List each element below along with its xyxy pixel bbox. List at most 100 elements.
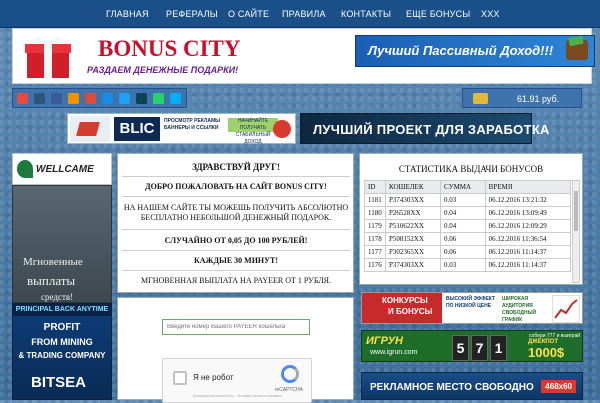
blic-text-1: ПРОСМОТР РЕКЛАМЫ БАННЕРЫ И ССЫЛКИ <box>164 118 221 131</box>
stats-scrollbar[interactable] <box>572 180 580 283</box>
greeting-text: ЗДРАВСТВУЙ ДРУГ! <box>122 158 350 177</box>
wellcame-ad[interactable]: WELLCAME <box>12 153 112 185</box>
table-row: 1178 P508152XX 0.06 06.12.2016 11:36:54 <box>364 232 572 246</box>
nav-item-more-bonuses[interactable]: ЕЩЕ БОНУСЫ <box>406 9 470 19</box>
cell-amount: 0.03 <box>440 258 486 272</box>
recaptcha-widget: Я не робот reCAPTCHA Конфиденциальность … <box>162 358 312 403</box>
bitsea-line-2: FROM MINING <box>31 337 93 347</box>
google-plus-icon[interactable] <box>85 93 96 104</box>
mail-ru-icon[interactable] <box>102 93 113 104</box>
wellcame-text: WELLCAME <box>36 164 94 175</box>
cell-id: 1177 <box>364 245 386 259</box>
payout-line-3: средств! <box>41 292 74 302</box>
cell-time: 06.12.2016 11:36:54 <box>484 232 572 246</box>
best-project-ad-banner[interactable]: ЛУЧШИЙ ПРОЕКТ ДЛЯ ЗАРАБОТКА <box>300 113 549 144</box>
wallet-icon <box>566 40 588 60</box>
facebook-icon[interactable] <box>51 93 62 104</box>
site-header: BONUS CITY РАЗДАЕМ ДЕНЕЖНЫЕ ПОДАРКИ! Луч… <box>12 28 595 84</box>
contests-line-2: И БОНУСЫ <box>388 307 433 316</box>
col-amount: СУММА <box>440 180 486 194</box>
cell-id: 1176 <box>364 258 386 272</box>
contests-line-1: КОНКУРСЫ <box>382 296 428 305</box>
welcome-panel: ЗДРАВСТВУЙ ДРУГ! ДОБРО ПОЖАЛОВАТЬ НА САЙ… <box>117 153 354 293</box>
col-time: ВРЕМЯ <box>484 180 572 194</box>
slot-digit: 7 <box>471 335 488 361</box>
house-logo-icon <box>70 116 110 142</box>
cell-amount: 0.04 <box>440 219 486 233</box>
best-project-text: ЛУЧШИЙ ПРОЕКТ ДЛЯ ЗАРАБОТКА <box>313 122 550 137</box>
livejournal-icon[interactable] <box>136 93 147 104</box>
bookmark-icon[interactable] <box>17 93 28 104</box>
passive-income-text: Лучший Пассивный Доход!!! <box>368 43 554 58</box>
balance-widget: 61.91 руб. <box>462 88 582 108</box>
cell-wallet: P508152XX <box>384 232 442 246</box>
gift-box-icon <box>25 37 71 78</box>
jackpot-value: 1000$ <box>528 345 565 360</box>
site-logo-text[interactable]: BONUS CITY <box>98 36 241 62</box>
stats-title: СТАТИСТИКА ВЫДАЧИ БОНУСОВ <box>398 164 544 174</box>
payout-text: МГНОВЕННАЯ ВЫПЛАТА НА PAYEER ОТ 1 РУБЛЯ. <box>141 276 331 285</box>
payout-line-1: Мгновенные <box>23 256 83 268</box>
instant-payout-ad[interactable]: Мгновенные выплаты средств! <box>12 185 112 303</box>
cell-time: 06.12.2016 13:09:49 <box>484 206 572 220</box>
igrun-ad-banner[interactable]: ИГРУН www.igrun.com 5 7 1 собери 777 и в… <box>361 330 583 362</box>
blic-logo: BLIC <box>114 117 160 141</box>
col-wallet: КОШЕЛЕК <box>384 180 442 194</box>
twitter-icon[interactable] <box>119 93 130 104</box>
col-id: ID <box>364 180 386 194</box>
free-ad-text: РЕКЛАМНОЕ МЕСТО СВОБОДНО <box>370 382 534 393</box>
arrow-icon <box>273 120 291 138</box>
social-share-bar <box>12 88 187 108</box>
whatsapp-icon[interactable] <box>153 93 164 104</box>
cell-time: 06.12.2016 12:09:29 <box>484 219 572 233</box>
cell-amount: 0.03 <box>440 193 486 207</box>
contests-mid2-text: ШИРОКАЯ АУДИТОРИЯ СВОБОДНЫЙ ГРАФИК <box>502 296 537 323</box>
table-row: 1180 P26528XX 0.04 06.12.2016 13:09:49 <box>364 206 572 220</box>
igrun-logo: ИГРУН <box>366 335 403 347</box>
cell-time: 06.12.2016 11:14:37 <box>484 245 572 259</box>
vk-icon[interactable] <box>34 93 45 104</box>
cell-wallet: P374303XX <box>384 258 442 272</box>
cell-id: 1179 <box>364 219 386 233</box>
wellcame-logo-icon <box>17 160 33 178</box>
cell-time: 06.12.2016 11:14:37 <box>484 258 572 272</box>
nav-item-home[interactable]: ГЛАВНАЯ <box>106 9 149 19</box>
nav-item-rules[interactable]: ПРАВИЛА <box>282 9 326 19</box>
nav-item-about[interactable]: О САЙТЕ <box>228 9 269 19</box>
nav-item-xxx[interactable]: XXX <box>481 9 500 19</box>
stats-header-row: ID КОШЕЛЕК СУММА ВРЕМЯ <box>364 180 572 194</box>
contests-mid-text: ВЫСОКИЙ ЭФФЕКТ ПО НИЗКОЙ ЦЕНЕ <box>446 296 496 309</box>
welcome-text: ДОБРО ПОЖАЛОВАТЬ НА САЙТ BONUS CITY! <box>122 178 350 197</box>
slot-digit: 1 <box>490 335 507 361</box>
cell-id: 1181 <box>364 193 386 207</box>
cell-amount: 0.06 <box>440 232 486 246</box>
free-ad-slot-banner[interactable]: РЕКЛАМНОЕ МЕСТО СВОБОДНО 468x60 <box>361 372 583 400</box>
cell-amount: 0.04 <box>440 206 486 220</box>
contests-ad-banner[interactable]: КОНКУРСЫ И БОНУСЫ ВЫСОКИЙ ЭФФЕКТ ПО НИЗК… <box>361 292 583 324</box>
cell-id: 1178 <box>364 232 386 246</box>
free-ad-size: 468x60 <box>541 380 576 393</box>
cell-wallet: P374303XX <box>384 193 442 207</box>
table-row: 1177 P302365XX 0.06 06.12.2016 11:14:37 <box>364 245 572 259</box>
recaptcha-logo-icon <box>281 365 299 383</box>
bitsea-caption: PRINCIPAL BACK ANYTIME <box>13 304 111 316</box>
nav-item-contacts[interactable]: КОНТАКТЫ <box>341 9 391 19</box>
blic-ad-banner[interactable]: BLIC ПРОСМОТР РЕКЛАМЫ БАННЕРЫ И ССЫЛКИ Н… <box>67 113 296 145</box>
blic-text-2: НАЧИНАЙТЕ ПОЛУЧАТЬ СТАБИЛЬНЫЙ ДОХОД <box>228 118 278 145</box>
passive-income-banner[interactable]: Лучший Пассивный Доход!!! <box>355 35 595 67</box>
payeer-wallet-input[interactable] <box>162 319 310 335</box>
table-row: 1176 P374303XX 0.03 06.12.2016 11:14:37 <box>364 258 572 272</box>
money-icon <box>473 93 488 104</box>
bitsea-ad[interactable]: PRINCIPAL BACK ANYTIME PROFIT FROM MININ… <box>12 303 112 400</box>
cell-wallet: P510622XX <box>384 219 442 233</box>
slot-digit: 5 <box>452 335 469 361</box>
odnoklassniki-icon[interactable] <box>68 93 79 104</box>
captcha-checkbox[interactable] <box>173 371 187 385</box>
nav-item-referrals[interactable]: РЕФЕРАЛЫ <box>166 9 218 19</box>
skype-icon[interactable] <box>170 93 181 104</box>
table-row: 1179 P510622XX 0.04 06.12.2016 12:09:29 <box>364 219 572 233</box>
recaptcha-footer[interactable]: Конфиденциальность - Условия использован… <box>193 393 282 398</box>
range-text: СЛУЧАЙНО ОТ 0,05 ДО 100 РУБЛЕЙ! <box>122 232 350 251</box>
cell-wallet: P302365XX <box>384 245 442 259</box>
captcha-label: Я не робот <box>193 373 234 382</box>
